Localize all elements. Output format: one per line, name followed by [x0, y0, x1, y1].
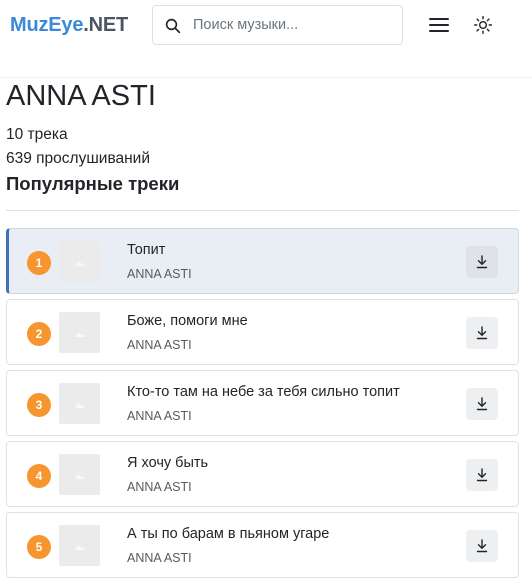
sun-icon[interactable] [473, 15, 493, 35]
placeholder-image-icon [74, 260, 85, 266]
placeholder-image-icon [74, 402, 85, 408]
logo-text-main: MuzEye [10, 14, 84, 36]
placeholder-image-icon [74, 544, 85, 550]
album-cover [59, 454, 100, 495]
download-icon [476, 397, 488, 411]
track-item[interactable]: 3 Кто-то там на небе за тебя сильно топи… [6, 370, 519, 436]
hamburger-menu-icon[interactable] [427, 13, 451, 37]
rank-badge: 1 [27, 251, 51, 275]
track-title: Кто-то там на небе за тебя сильно топит [127, 384, 400, 400]
track-title: Боже, помоги мне [127, 313, 248, 329]
download-icon [476, 539, 488, 553]
rank-badge: 3 [27, 393, 51, 417]
track-artist: ANNA ASTI [127, 267, 192, 281]
rank-badge: 5 [27, 535, 51, 559]
search-icon [165, 18, 181, 34]
download-button[interactable] [466, 246, 498, 278]
track-item[interactable]: 2 Боже, помоги мне ANNA ASTI [6, 299, 519, 365]
divider [6, 210, 519, 211]
download-icon [476, 326, 488, 340]
track-title: А ты по барам в пьяном угаре [127, 526, 330, 542]
track-artist: ANNA ASTI [127, 551, 192, 565]
track-item[interactable]: 5 А ты по барам в пьяном угаре ANNA ASTI [6, 512, 519, 578]
logo-text-suffix: .NET [83, 14, 129, 36]
track-item[interactable]: 4 Я хочу быть ANNA ASTI [6, 441, 519, 507]
placeholder-image-icon [74, 331, 85, 337]
track-item[interactable]: 1 Топит ANNA ASTI [6, 228, 519, 294]
track-artist: ANNA ASTI [127, 480, 192, 494]
section-title: Популярные треки [6, 173, 180, 194]
search-box [152, 5, 403, 45]
download-icon [476, 255, 488, 269]
track-list: 1 Топит ANNA ASTI 2 Боже, помоги мне ANN… [6, 228, 519, 583]
rank-badge: 4 [27, 464, 51, 488]
track-title: Топит [127, 242, 166, 258]
listens-count: 639 прослушиваний [6, 150, 150, 167]
album-cover [59, 525, 100, 566]
track-title: Я хочу быть [127, 455, 209, 471]
tracks-count: 10 трека [6, 126, 68, 143]
download-icon [476, 468, 488, 482]
album-cover [59, 241, 100, 282]
artist-name: ANNA ASTI [6, 80, 156, 112]
site-logo[interactable]: MuzEye.NET [10, 14, 128, 37]
album-cover [59, 312, 100, 353]
rank-badge: 2 [27, 322, 51, 346]
search-input[interactable] [193, 6, 393, 44]
track-artist: ANNA ASTI [127, 338, 192, 352]
placeholder-image-icon [74, 473, 85, 479]
download-button[interactable] [466, 317, 498, 349]
site-header: MuzEye.NET [0, 0, 532, 78]
download-button[interactable] [466, 530, 498, 562]
download-button[interactable] [466, 459, 498, 491]
download-button[interactable] [466, 388, 498, 420]
track-artist: ANNA ASTI [127, 409, 192, 423]
album-cover [59, 383, 100, 424]
